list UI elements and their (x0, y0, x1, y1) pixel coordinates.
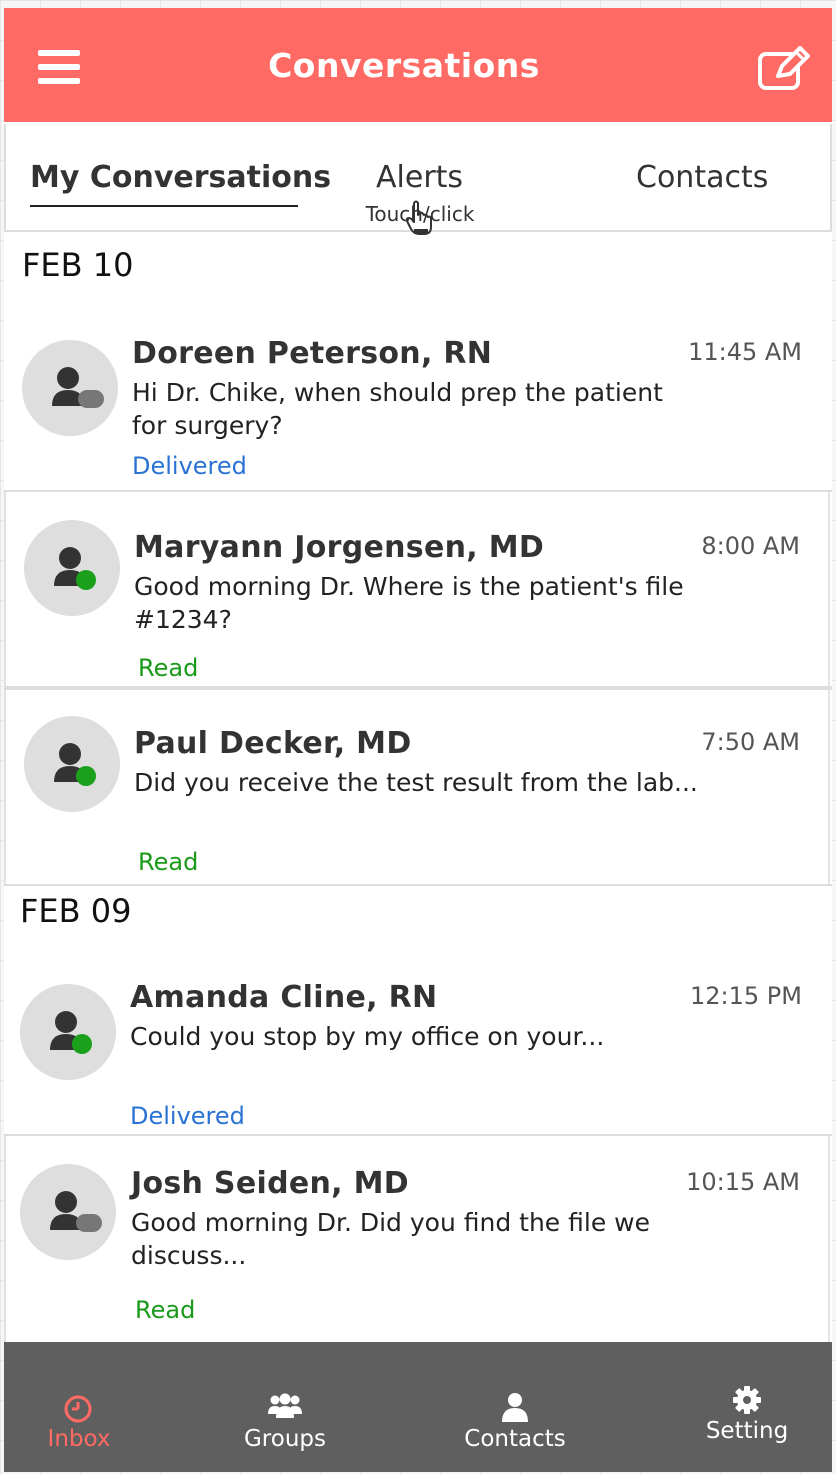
message-time: 11:45 AM (688, 338, 802, 366)
conversation-row-paul-decker[interactable]: Paul Decker, MD 7:50 AM Did you receive … (4, 690, 830, 884)
person-icon (54, 743, 96, 786)
nav-setting[interactable]: Setting (672, 1342, 822, 1472)
message-time: 7:50 AM (701, 728, 800, 756)
touch-click-hint: Touch/click (365, 202, 475, 226)
message-preview: Did you receive the test result from the… (134, 768, 698, 797)
tab-alerts[interactable]: Alerts (376, 160, 463, 195)
clock-icon (64, 1395, 92, 1423)
tab-contacts[interactable]: Contacts (636, 160, 768, 195)
compose-edit-icon[interactable] (756, 46, 812, 92)
nav-inbox[interactable]: Inbox (4, 1342, 154, 1472)
tab-my-conversations[interactable]: My Conversations (30, 160, 331, 195)
status-delivered: Delivered (132, 452, 247, 480)
active-tab-indicator (30, 205, 298, 207)
contact-name: Doreen Peterson, RN (132, 336, 493, 371)
conversation-row-amanda-cline[interactable]: Amanda Cline, RN 12:15 PM Could you stop… (4, 940, 830, 1136)
contact-name: Amanda Cline, RN (130, 980, 438, 1015)
nav-label: Inbox (47, 1426, 111, 1452)
status-read: Read (138, 654, 199, 682)
divider (4, 884, 832, 886)
contact-name: Paul Decker, MD (134, 726, 412, 761)
message-preview: Good morning Dr. Did you find the file w… (131, 1208, 650, 1270)
avatar (22, 340, 118, 436)
contact-name: Maryann Jorgensen, MD (134, 530, 545, 565)
message-time: 10:15 AM (686, 1168, 800, 1196)
group-icon (268, 1393, 302, 1418)
bottom-navigation: Inbox Groups Contacts Setting (4, 1342, 832, 1472)
status-read: Read (135, 1296, 196, 1324)
message-time: 12:15 PM (690, 982, 802, 1010)
avatar (20, 984, 116, 1080)
message-time: 8:00 AM (701, 532, 800, 560)
person-icon (52, 367, 104, 408)
app-frame: Conversations My Conversations Alerts Co… (4, 8, 832, 1472)
person-icon (50, 1191, 102, 1232)
message-preview: Hi Dr. Chike, when should prep the patie… (132, 378, 663, 440)
nav-groups[interactable]: Groups (210, 1342, 360, 1472)
status-read: Read (138, 848, 199, 876)
date-header: FEB 10 (22, 246, 134, 284)
person-icon (50, 1011, 92, 1054)
contact-name: Josh Seiden, MD (131, 1166, 409, 1201)
message-preview: Could you stop by my office on your... (130, 1022, 605, 1051)
nav-label: Setting (705, 1418, 789, 1444)
nav-label: Groups (243, 1426, 326, 1452)
conversation-row-doreen-peterson[interactable]: Doreen Peterson, RN 11:45 AM Hi Dr. Chik… (4, 294, 830, 490)
message-preview: Good morning Dr. Where is the patient's … (134, 572, 684, 634)
app-header: Conversations (4, 8, 832, 122)
nav-contacts[interactable]: Contacts (440, 1342, 590, 1472)
page-title: Conversations (268, 46, 540, 85)
date-header: FEB 09 (20, 892, 132, 930)
person-icon (54, 547, 96, 590)
gear-icon (733, 1386, 761, 1414)
avatar (20, 1164, 116, 1260)
avatar (24, 520, 120, 616)
conversation-row-josh-seiden[interactable]: Josh Seiden, MD 10:15 AM Good morning Dr… (4, 1136, 830, 1342)
avatar (24, 716, 120, 812)
person-icon (502, 1393, 528, 1422)
nav-label: Contacts (464, 1426, 566, 1452)
status-delivered: Delivered (130, 1102, 245, 1130)
conversation-row-maryann-jorgensen[interactable]: Maryann Jorgensen, MD 8:00 AM Good morni… (4, 492, 830, 686)
